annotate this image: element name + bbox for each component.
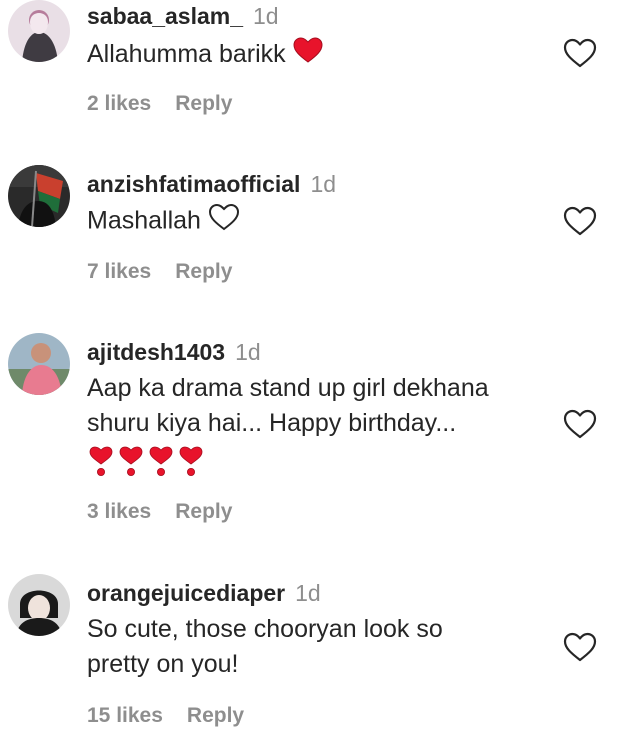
likes-count[interactable]: 7 likes	[87, 260, 151, 283]
likes-count[interactable]: 3 likes	[87, 500, 151, 523]
likes-count[interactable]: 15 likes	[87, 704, 163, 727]
heart-icon[interactable]	[563, 409, 597, 439]
red-heart-icon	[293, 37, 323, 73]
comment-username[interactable]: ajitdesh1403	[87, 339, 225, 365]
heart-exclamation-emoji-row	[87, 441, 557, 482]
heart-icon[interactable]	[563, 206, 597, 236]
comment-text: Aap ka drama stand up girl dekhana shuru…	[87, 371, 557, 482]
comment-item: ajitdesh1403 1d Aap ka drama stand up gir…	[0, 333, 621, 533]
reply-button[interactable]: Reply	[175, 92, 232, 115]
heart-icon[interactable]	[563, 632, 597, 662]
comment-time: 1d	[310, 171, 337, 197]
comment-text: So cute, those chooryan look so pretty o…	[87, 615, 443, 678]
avatar[interactable]	[8, 165, 70, 227]
comment-username[interactable]: orangejuicediaper	[87, 580, 285, 606]
heart-icon[interactable]	[563, 38, 597, 68]
reply-button[interactable]: Reply	[175, 260, 232, 283]
comment-text: Mashallah	[87, 203, 557, 241]
likes-count[interactable]: 2 likes	[87, 92, 151, 115]
reply-button[interactable]: Reply	[175, 500, 232, 523]
white-heart-icon	[208, 203, 240, 241]
avatar[interactable]	[8, 0, 70, 62]
comment-item: anzishfatimaofficial 1d Mashallah 7 likes…	[0, 165, 621, 315]
avatar[interactable]	[8, 333, 70, 395]
comment-text: Allahumma barikk	[87, 37, 557, 73]
comment-username[interactable]: sabaa_aslam_	[87, 3, 243, 29]
comment-username[interactable]: anzishfatimaofficial	[87, 171, 300, 197]
comment-time: 1d	[253, 3, 279, 29]
reply-button[interactable]: Reply	[187, 704, 244, 727]
comment-time: 1d	[295, 580, 321, 606]
comment-time: 1d	[235, 339, 261, 365]
comment-item: sabaa_aslam_ 1d Allahumma barikk 2 likes R…	[0, 0, 621, 150]
avatar[interactable]	[8, 574, 70, 636]
comment-item: orangejuicediaper 1d So cute, those choor…	[0, 574, 621, 736]
